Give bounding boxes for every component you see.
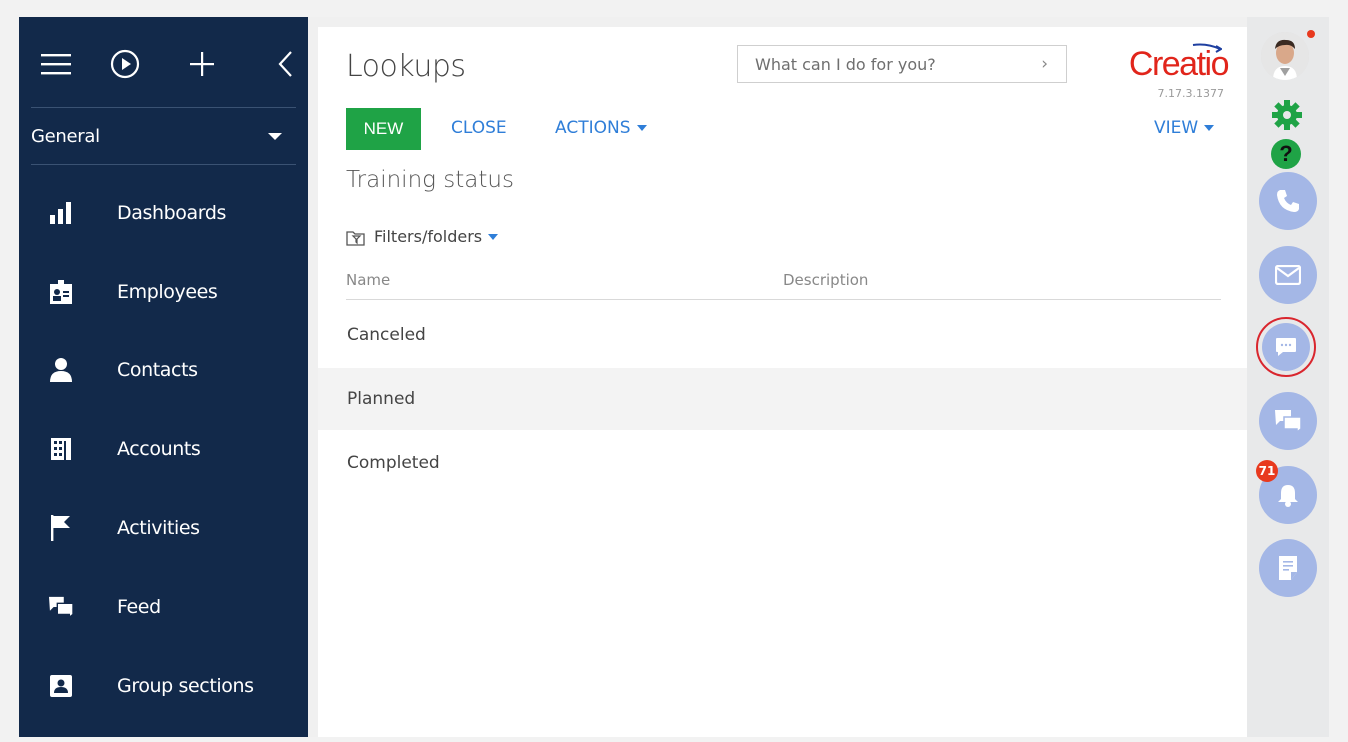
sidebar-item-label: Dashboards [117,202,226,224]
chat-bubbles-icon [1275,410,1301,432]
filters-folders-button[interactable]: Filters/folders [346,227,499,246]
workplace-label: General [31,125,100,147]
building-icon [49,437,73,461]
play-icon[interactable] [108,47,142,81]
collapse-chevron-icon[interactable] [268,47,302,81]
actions-button-label: ACTIONS [555,118,631,138]
sidebar-item-label: Feed [117,596,161,618]
version-label: 7.17.3.1377 [1157,87,1224,100]
avatar[interactable] [1261,32,1309,80]
row-name-cell: Canceled [347,325,426,345]
notification-count-badge: 71 [1256,460,1278,482]
caret-down-icon [636,125,647,131]
sidebar-item-label: Accounts [117,438,201,460]
sidebar-item-label: Employees [117,281,218,303]
user-photo-icon [1261,32,1309,80]
chevron-down-icon [268,132,282,140]
sidebar-toolbar [31,17,296,108]
settings-gear-icon[interactable] [1270,99,1304,131]
chat-bubbles-icon [49,595,73,619]
header-divider [346,299,1221,300]
chat-icon [1276,338,1296,356]
filter-folder-icon [346,230,365,246]
help-icon[interactable]: ? [1271,139,1301,169]
close-button-label: CLOSE [451,118,507,138]
page-title: Lookups [346,49,466,84]
feed-button[interactable] [1259,392,1317,450]
close-button[interactable]: CLOSE [451,118,507,138]
sidebar-item-label: Group sections [117,675,254,697]
column-header-description[interactable]: Description [783,271,868,289]
bar-chart-icon [49,201,73,225]
chevron-right-icon[interactable]: › [1041,54,1048,74]
phone-button[interactable] [1259,172,1317,230]
brand-name: Creatio [1128,45,1230,83]
row-name-cell: Planned [347,389,416,409]
command-search[interactable]: › [737,45,1067,83]
bell-icon [1278,485,1298,507]
menu-icon[interactable] [39,47,73,81]
actions-button[interactable]: ACTIONS [555,118,647,138]
search-input[interactable] [753,53,1027,75]
add-icon[interactable] [185,47,219,81]
person-icon [49,358,73,382]
lookup-name: Training status [346,167,514,193]
new-button[interactable]: NEW [346,108,421,150]
sidebar-item-label: Contacts [117,359,198,381]
creatio-logo: Creatio 7.17.3.1377 [1093,41,1230,101]
sidebar-item-dashboards[interactable]: Dashboards [19,183,308,243]
id-badge-icon [49,280,73,304]
table-row[interactable]: Completed [318,432,1247,494]
sidebar-item-label: Activities [117,517,200,539]
flag-icon [49,515,73,541]
sidebar-item-feed[interactable]: Feed [19,577,308,637]
sidebar-item-accounts[interactable]: Accounts [19,419,308,479]
column-header-name[interactable]: Name [346,271,390,289]
online-status-dot [1307,30,1315,38]
envelope-icon [1275,265,1301,285]
sidebar-item-group-sections[interactable]: Group sections [19,656,308,716]
table-row[interactable]: Planned [318,368,1247,430]
sidebar-item-contacts[interactable]: Contacts [19,340,308,400]
table-row[interactable]: Canceled [318,304,1247,366]
sidebar-item-activities[interactable]: Activities [19,498,308,558]
tasks-button[interactable] [1259,539,1317,597]
email-button[interactable] [1259,246,1317,304]
sidebar-item-employees[interactable]: Employees [19,262,308,322]
main-panel: Lookups › Creatio 7.17.3.1377 NEW CLOSE … [318,27,1247,737]
sidebar: General Dashboards Employees Contacts Ac… [19,17,308,737]
view-button[interactable]: VIEW [1154,118,1215,138]
view-button-label: VIEW [1154,118,1199,138]
filters-label: Filters/folders [374,227,483,246]
contact-card-icon [49,674,73,698]
row-name-cell: Completed [347,453,440,473]
phone-icon [1277,190,1299,212]
caret-down-icon [1204,125,1215,131]
document-arrow-icon [1279,556,1297,580]
workplace-selector[interactable]: General [31,108,296,165]
caret-down-icon [488,233,499,240]
chat-button[interactable] [1256,317,1316,377]
